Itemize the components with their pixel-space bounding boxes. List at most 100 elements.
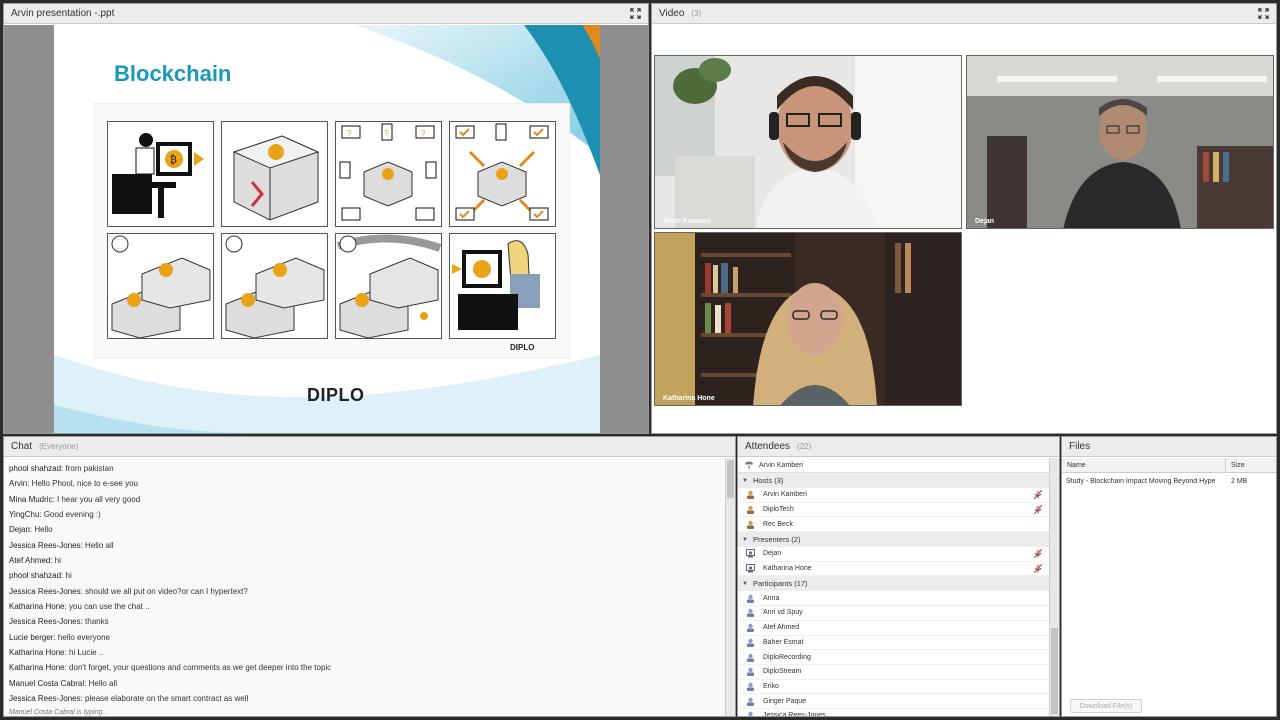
chat-sender: Mina Mudric bbox=[9, 494, 53, 504]
attendee-row[interactable]: Katharina Hone bbox=[738, 562, 1050, 577]
chat-sender: Katharina Hone bbox=[9, 648, 65, 658]
column-size[interactable]: Size bbox=[1226, 462, 1245, 469]
chat-text: : hi Lucie .. bbox=[64, 648, 104, 658]
chat-text: : please elaborate on the smart contract… bbox=[80, 694, 249, 704]
attendee-row[interactable]: Dejan bbox=[738, 547, 1050, 562]
chat-message: phool shahzad: hi bbox=[9, 568, 721, 583]
attendee-row[interactable]: DiploRecording bbox=[738, 650, 1050, 665]
files-pod-title: Files bbox=[1069, 441, 1091, 452]
group-label: Presenters (2) bbox=[752, 535, 801, 545]
slide-title: Blockchain bbox=[114, 61, 232, 86]
chat-text: : Hello all bbox=[80, 540, 114, 550]
file-row[interactable]: Study - Blockchain Impact Moving Beyond … bbox=[1062, 474, 1276, 489]
participant-icon bbox=[747, 623, 754, 633]
chat-pod-header: Chat (Everyone) bbox=[4, 437, 735, 457]
svg-text:₿: ₿ bbox=[170, 154, 177, 166]
attendee-row[interactable]: Anna bbox=[738, 591, 1050, 607]
chat-sender: Lucie berger bbox=[9, 632, 54, 642]
share-pod-title: Arvin presentation -.ppt bbox=[11, 8, 115, 19]
participant-icon bbox=[747, 668, 754, 677]
attendees-scrollbar[interactable] bbox=[1049, 458, 1059, 716]
attendee-name: Arvin Kamberi bbox=[763, 491, 807, 499]
illustration-network-devices: ? ? ? bbox=[335, 121, 442, 227]
group-label: Participants (17) bbox=[752, 579, 808, 589]
attendee-row[interactable]: Baher Esmat bbox=[738, 636, 1050, 651]
chat-scrollbar-thumb[interactable] bbox=[727, 460, 734, 498]
chat-text: : don't forget, your questions and comme… bbox=[64, 663, 332, 673]
attendee-row[interactable]: Atef Ahmed bbox=[738, 621, 1050, 636]
chat-message: Arvin: Hello Phool, nice to e-see you bbox=[9, 476, 721, 491]
participant-icon bbox=[747, 697, 754, 706]
attendee-row[interactable]: Ginger Paque bbox=[738, 694, 1050, 709]
host-icon bbox=[747, 505, 754, 515]
microphone-icon[interactable] bbox=[1034, 490, 1042, 500]
presenter-icon bbox=[746, 549, 755, 558]
attendees-pod-title: Attendees bbox=[745, 441, 791, 452]
chat-sender: Atef Ahmed bbox=[9, 556, 51, 566]
participant-icon bbox=[748, 712, 753, 716]
video-name-label: Dejan bbox=[975, 218, 995, 225]
chat-pod-title: Chat bbox=[11, 441, 33, 452]
chat-scope[interactable]: (Everyone) bbox=[39, 442, 78, 451]
chat-sender: phool shahzad bbox=[9, 464, 62, 473]
attendee-name: Baher Esmat bbox=[763, 638, 804, 646]
svg-text:?: ? bbox=[347, 129, 352, 138]
my-status-row[interactable]: Arvin Kamberi bbox=[738, 458, 1050, 473]
fullscreen-icon[interactable] bbox=[1258, 8, 1269, 19]
chat-text: : Hello bbox=[29, 525, 53, 535]
attendee-row[interactable]: DiploTech bbox=[738, 503, 1050, 518]
collapse-triangle-icon[interactable]: ▼ bbox=[742, 537, 748, 543]
attendee-row[interactable]: Jessica Rees-Jones bbox=[738, 709, 1050, 716]
chat-message: Dejan: Hello bbox=[9, 522, 721, 537]
chat-message: Jessica Rees-Jones: should we all put on… bbox=[9, 584, 721, 599]
chat-pod: Chat (Everyone) phool shahzad: from paki… bbox=[3, 436, 736, 717]
group-participants[interactable]: ▼ Participants (17) bbox=[738, 576, 1050, 592]
chat-message: Katharina Hone: you can use the chat .. bbox=[9, 599, 721, 614]
files-pod-header: Files bbox=[1062, 437, 1276, 457]
attendee-name: Anna bbox=[763, 594, 780, 602]
attendee-row[interactable]: DiploStream bbox=[738, 665, 1050, 680]
attendee-row[interactable]: Eriko bbox=[738, 680, 1050, 695]
group-presenters[interactable]: ▼ Presenters (2) bbox=[738, 532, 1050, 548]
collapse-triangle-icon[interactable]: ▼ bbox=[742, 478, 748, 484]
microphone-icon[interactable] bbox=[1034, 505, 1042, 515]
chat-sender: YingChu bbox=[9, 510, 40, 520]
download-files-button[interactable]: Download File(s) bbox=[1070, 699, 1142, 713]
attendee-row[interactable]: Rec Beck bbox=[738, 517, 1050, 533]
typing-indicator: Manuel Costa Cabral is typing... bbox=[9, 708, 109, 716]
attendee-row[interactable]: Anri vd Spuy bbox=[738, 606, 1050, 621]
video-feed-arvin[interactable]: Arvin Kamberi bbox=[654, 55, 962, 229]
attendee-name: Anri vd Spuy bbox=[763, 609, 803, 617]
chat-text: : Good evening :) bbox=[39, 510, 101, 520]
chat-text: : you can use the chat .. bbox=[64, 602, 150, 612]
fullscreen-icon[interactable] bbox=[630, 8, 641, 19]
video-feed-katharina[interactable]: Katharina Hone bbox=[654, 232, 962, 406]
attendee-row[interactable]: Arvin Kamberi bbox=[738, 488, 1050, 503]
share-pod-header: Arvin presentation -.ppt bbox=[4, 4, 648, 24]
column-name[interactable]: Name bbox=[1062, 458, 1226, 472]
illustration-network-verified bbox=[449, 121, 556, 227]
group-hosts[interactable]: ▼ Hosts (3) bbox=[738, 473, 1050, 488]
participant-icon bbox=[747, 682, 754, 691]
attendees-list[interactable]: Arvin Kamberi ▼ Hosts (3) Arvin Kamberi Di… bbox=[738, 458, 1050, 716]
attendees-count: (22) bbox=[797, 442, 812, 451]
collapse-triangle-icon[interactable]: ▼ bbox=[742, 581, 748, 587]
chat-text: : hi bbox=[50, 556, 62, 566]
chat-scrollbar[interactable] bbox=[725, 458, 735, 716]
attendees-scrollbar-thumb[interactable] bbox=[1051, 628, 1058, 714]
file-size: 2 MB bbox=[1231, 478, 1248, 485]
illustration-block bbox=[221, 121, 328, 227]
chat-message: Manuel Costa Cabral: Hello all bbox=[9, 676, 721, 691]
chat-message: Katharina Hone: hi Lucie .. bbox=[9, 645, 721, 660]
chat-message-list[interactable]: phool shahzad: from pakistan Arvin: Hello… bbox=[4, 458, 726, 716]
chat-message: phool shahzad: from pakistan bbox=[9, 461, 721, 476]
chat-message: Jessica Rees-Jones: Hello all bbox=[9, 538, 721, 553]
microphone-icon[interactable] bbox=[1034, 564, 1042, 574]
chat-text: : Hello all bbox=[84, 678, 118, 688]
video-name-label: Katharina Hone bbox=[663, 395, 715, 402]
microphone-icon[interactable] bbox=[1034, 549, 1042, 559]
my-name: Arvin Kamberi bbox=[759, 461, 803, 469]
video-feed-dejan[interactable]: Dejan bbox=[966, 55, 1274, 229]
presentation-slide: Blockchain ₿ ? ? ? DIPLO DIPLO bbox=[54, 25, 600, 433]
share-pod: Arvin presentation -.ppt Blockchain ₿ ? … bbox=[3, 3, 649, 434]
